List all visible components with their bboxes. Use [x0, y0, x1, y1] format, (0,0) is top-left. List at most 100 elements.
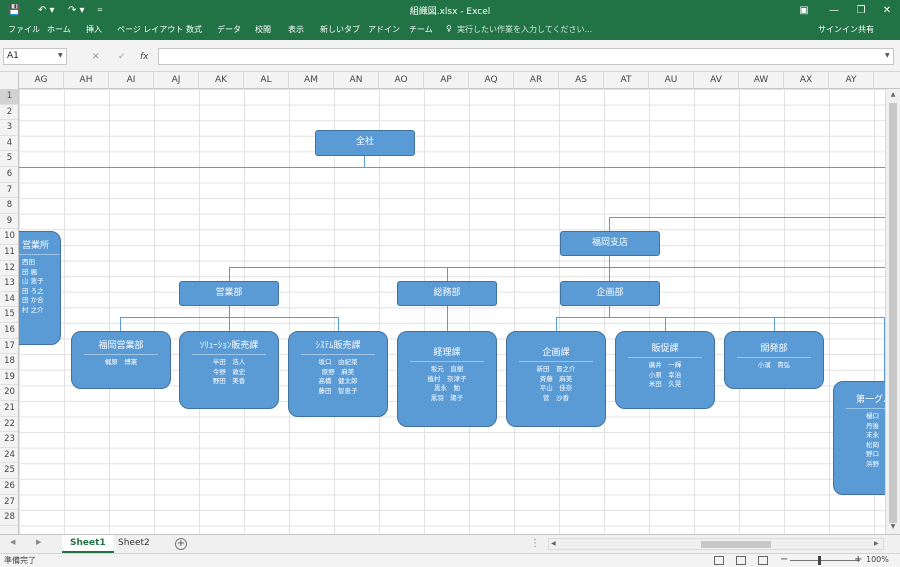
row-header[interactable]: 15 [0, 307, 18, 323]
row-header[interactable]: 1 [0, 89, 18, 105]
add-sheet-icon[interactable]: + [175, 538, 187, 550]
row-header[interactable]: 26 [0, 479, 18, 495]
column-header[interactable]: AT [604, 72, 649, 89]
row-header[interactable]: 23 [0, 432, 18, 448]
column-header[interactable]: AP [424, 72, 469, 89]
tab-new[interactable]: 新しいタブ [320, 24, 360, 35]
zoom-out-icon[interactable]: − [780, 554, 788, 565]
row-header[interactable]: 7 [0, 183, 18, 199]
row-header[interactable]: 17 [0, 339, 18, 355]
org-section-dev[interactable]: 開発部 小濱 貴弘 [724, 331, 824, 389]
tell-me-search[interactable]: 実行したい作業を入力してください... [457, 24, 592, 35]
scroll-left-icon[interactable]: ◀ [551, 539, 556, 549]
chevron-down-icon[interactable]: ▼ [58, 52, 63, 59]
zoom-slider-thumb[interactable] [818, 556, 821, 565]
vertical-scrollbar[interactable]: ▲ ▼ [885, 89, 900, 534]
tab-formulas[interactable]: 数式 [186, 24, 202, 35]
zoom-in-icon[interactable]: + [854, 554, 862, 565]
minimize-icon[interactable]: — [824, 2, 844, 19]
formula-input[interactable] [158, 48, 894, 65]
tab-addins[interactable]: アドイン [368, 24, 400, 35]
scroll-right-icon[interactable]: ▶ [874, 539, 879, 549]
page-layout-view-icon[interactable] [736, 556, 746, 565]
row-header[interactable]: 11 [0, 245, 18, 261]
row-header[interactable]: 8 [0, 198, 18, 214]
zoom-slider[interactable] [790, 560, 860, 561]
column-header[interactable]: AV [694, 72, 739, 89]
zoom-level[interactable]: 100% [866, 555, 889, 564]
scroll-thumb[interactable] [889, 103, 897, 523]
row-header[interactable]: 24 [0, 448, 18, 464]
scroll-thumb[interactable] [701, 541, 771, 548]
column-header[interactable]: AX [784, 72, 829, 89]
row-header[interactable]: 21 [0, 401, 18, 417]
row-header[interactable]: 22 [0, 417, 18, 433]
tab-page-layout[interactable]: ページ レイアウト [117, 24, 183, 35]
column-header[interactable]: AS [559, 72, 604, 89]
tab-split-icon[interactable]: ⋮ [530, 538, 540, 549]
row-header[interactable]: 2 [0, 105, 18, 121]
row-header[interactable]: 27 [0, 495, 18, 511]
row-header[interactable]: 19 [0, 370, 18, 386]
column-header[interactable]: AR [514, 72, 559, 89]
worksheet-grid[interactable]: 全社 営業所 西田 田 楓 山 恵子 田 ろ之 田 か合 村 之介 福岡支店 営… [19, 89, 885, 534]
row-header[interactable]: 12 [0, 261, 18, 277]
tab-file[interactable]: ファイル [8, 24, 40, 35]
org-section-fukuoka-sales[interactable]: 福岡営業部 梶原 博憲 [71, 331, 171, 389]
org-section-planning[interactable]: 企画課 新田 晋之介 斉藤 麻美 平山 佳奈 菅 沙香 [506, 331, 606, 427]
org-left-office-box[interactable]: 営業所 西田 田 楓 山 恵子 田 ろ之 田 か合 村 之介 [19, 231, 61, 345]
normal-view-icon[interactable] [714, 556, 724, 565]
org-root-box[interactable]: 全社 [315, 130, 415, 156]
column-header[interactable]: AU [649, 72, 694, 89]
column-header[interactable]: AI [109, 72, 154, 89]
tab-insert[interactable]: 挿入 [86, 24, 102, 35]
select-all-corner[interactable] [0, 72, 19, 89]
scroll-down-icon[interactable]: ▼ [886, 521, 900, 533]
prev-sheet-icon[interactable]: ◀ [10, 538, 15, 546]
row-header[interactable]: 13 [0, 276, 18, 292]
column-header[interactable]: AN [334, 72, 379, 89]
share-button[interactable]: 共有 [858, 24, 874, 35]
scroll-up-icon[interactable]: ▲ [886, 89, 900, 101]
tab-data[interactable]: データ [217, 24, 241, 35]
column-header[interactable]: AG [19, 72, 64, 89]
row-header[interactable]: 14 [0, 292, 18, 308]
tab-review[interactable]: 校閲 [255, 24, 271, 35]
expand-icon[interactable]: ▼ [885, 52, 890, 59]
horizontal-scrollbar[interactable]: ◀ ▶ [548, 538, 884, 550]
signin-button[interactable]: サインイン [818, 24, 858, 35]
column-header[interactable]: AY [829, 72, 874, 89]
row-header[interactable]: 6 [0, 167, 18, 183]
column-header[interactable]: AK [199, 72, 244, 89]
org-section-system[interactable]: ｼｽﾃﾑ販売課 坂口 由紀菜 原野 麻美 高橋 健太郎 藤田 智恵子 [288, 331, 388, 417]
page-break-view-icon[interactable] [758, 556, 768, 565]
org-section-solution[interactable]: ｿﾘｭｰｼｮﾝ販売課 半田 浩人 今野 敦史 野田 美香 [179, 331, 279, 409]
org-division-general[interactable]: 総務部 [397, 281, 497, 306]
column-header[interactable]: AJ [154, 72, 199, 89]
tab-home[interactable]: ホーム [47, 24, 71, 35]
row-header[interactable]: 4 [0, 136, 18, 152]
sheet-tab-sheet2[interactable]: Sheet2 [110, 535, 158, 553]
column-header[interactable]: AM [289, 72, 334, 89]
row-header[interactable]: 5 [0, 151, 18, 167]
org-division-sales[interactable]: 営業部 [179, 281, 279, 306]
next-sheet-icon[interactable]: ▶ [36, 538, 41, 546]
tab-view[interactable]: 表示 [288, 24, 304, 35]
org-division-planning[interactable]: 企画部 [560, 281, 660, 306]
close-icon[interactable]: ✕ [877, 2, 897, 19]
org-section-promo[interactable]: 販促課 廣井 一輝 小原 幸治 米田 久晃 [615, 331, 715, 409]
restore-icon[interactable]: ❐ [851, 2, 871, 19]
column-header[interactable]: AH [64, 72, 109, 89]
row-header[interactable]: 3 [0, 120, 18, 136]
org-branch-box[interactable]: 福岡支店 [560, 231, 660, 256]
row-header[interactable]: 25 [0, 463, 18, 479]
row-header[interactable]: 18 [0, 354, 18, 370]
org-section-first-group[interactable]: 第一グル 樋口 丹後 明 末永 松岡 野口 浜野 [833, 381, 885, 495]
row-header[interactable]: 9 [0, 214, 18, 230]
row-header[interactable]: 16 [0, 323, 18, 339]
cancel-icon[interactable]: ✕ [92, 52, 100, 62]
column-header[interactable]: AW [739, 72, 784, 89]
column-header[interactable]: AL [244, 72, 289, 89]
insert-function-icon[interactable]: fx [140, 52, 149, 62]
column-header[interactable]: AQ [469, 72, 514, 89]
